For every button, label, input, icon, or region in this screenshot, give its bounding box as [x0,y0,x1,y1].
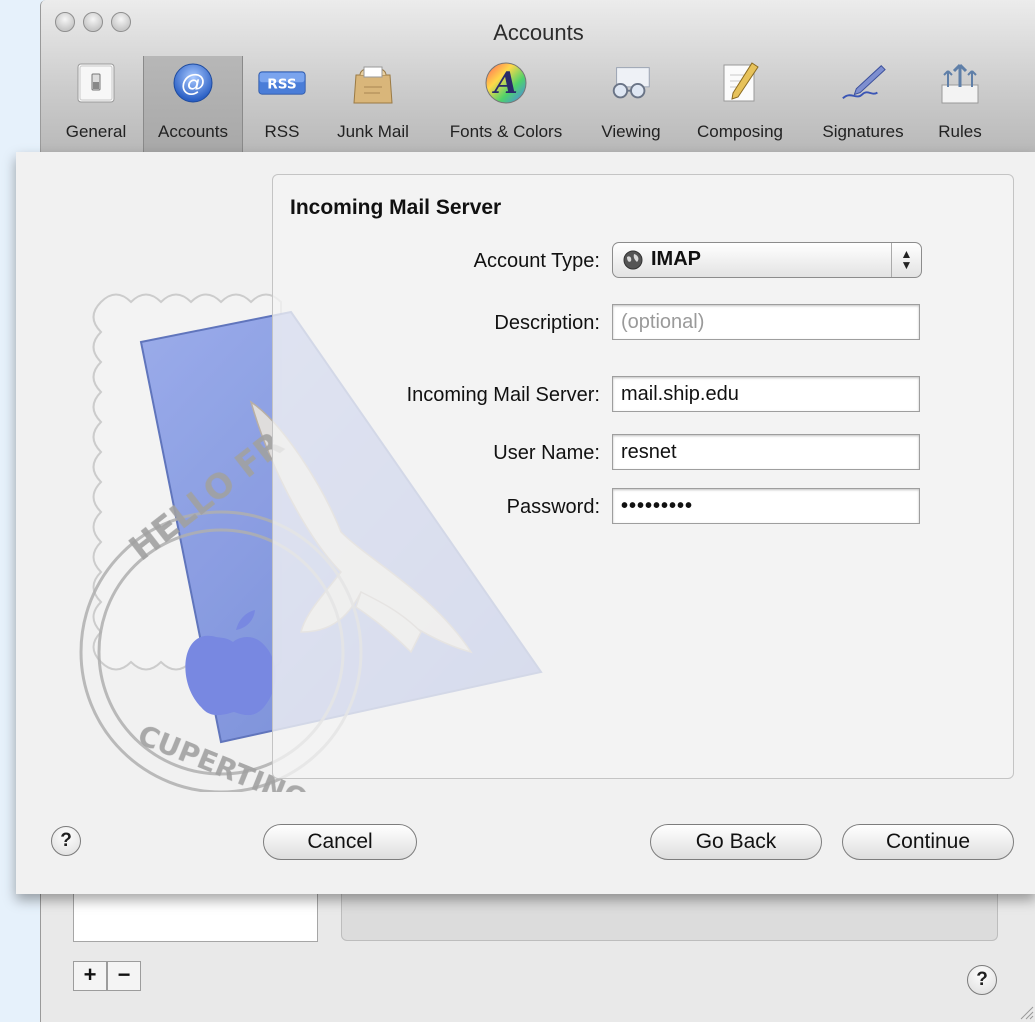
toolbar-label: Fonts & Colors [449,122,563,141]
at-glyph: @ [181,69,205,97]
toolbar-label: Junk Mail [337,122,409,141]
remove-account-button[interactable]: − [107,961,141,991]
toolbar-item-rss[interactable]: RSS RSS [247,56,317,152]
toolbar-label: Rules [938,122,982,141]
password-label: Password: [506,496,600,518]
fonts-glyph: A [491,66,517,101]
glasses-icon [607,60,655,106]
toolbar-label: Composing [697,122,783,141]
description-field[interactable]: (optional) [612,304,920,340]
continue-button[interactable]: Continue [842,824,1014,860]
toolbar-label: Accounts [158,122,228,141]
help-button[interactable]: ? [967,965,997,995]
account-type-popup[interactable]: IMAP ▲ ▼ [612,242,922,278]
toolbar-item-accounts[interactable]: @ Accounts [143,56,243,152]
globe-icon [623,250,643,270]
rss-text: RSS [267,77,296,93]
toolbar-item-viewing[interactable]: Viewing [589,56,673,152]
toolbar-label: Viewing [601,122,661,141]
at-sign-icon: @ [169,60,217,106]
toolbar: Accounts General @ Accounts RSS RSS Junk… [41,0,1035,153]
toolbar-label: General [65,122,127,141]
general-switch-icon [72,60,120,106]
sheet-help-button[interactable]: ? [51,826,81,856]
popup-arrows-icon: ▲ ▼ [891,243,921,277]
go-back-button[interactable]: Go Back [650,824,822,860]
toolbar-label: Signatures [822,122,904,141]
toolbar-label: RSS [264,122,300,141]
username-field[interactable]: resnet [612,434,920,470]
toolbar-item-fonts-colors[interactable]: A Fonts & Colors [431,56,581,152]
account-type-value: IMAP [651,248,701,270]
toolbar-item-junk-mail[interactable]: Junk Mail [325,56,421,152]
toolbar-item-composing[interactable]: Composing [681,56,799,152]
junk-mail-bag-icon [349,60,397,106]
resize-grip-icon[interactable] [1016,1002,1034,1020]
incoming-server-field[interactable]: mail.ship.edu [612,376,920,412]
add-account-sheet: HELLO FR CUPERTINO CA Incoming Mail Serv… [16,152,1035,894]
rules-arrows-icon [936,60,984,106]
toolbar-item-rules[interactable]: Rules [925,56,995,152]
composing-pencil-icon [716,60,764,106]
fonts-colors-icon: A [482,60,530,106]
incoming-server-label: Incoming Mail Server: [406,384,600,406]
window-title: Accounts [493,20,584,45]
account-detail-panel [341,890,998,941]
signature-pen-icon [839,60,887,106]
section-title: Incoming Mail Server [290,196,502,219]
cancel-button[interactable]: Cancel [263,824,417,860]
toolbar-item-general[interactable]: General [55,56,137,152]
toolbar-item-signatures[interactable]: Signatures [807,56,919,152]
password-field[interactable]: ••••••••• [612,488,920,524]
rss-icon: RSS [258,60,306,106]
accounts-list[interactable] [73,890,318,942]
account-type-label: Account Type: [473,250,600,272]
username-label: User Name: [493,442,600,464]
description-label: Description: [494,312,600,334]
add-account-button[interactable]: + [73,961,107,991]
